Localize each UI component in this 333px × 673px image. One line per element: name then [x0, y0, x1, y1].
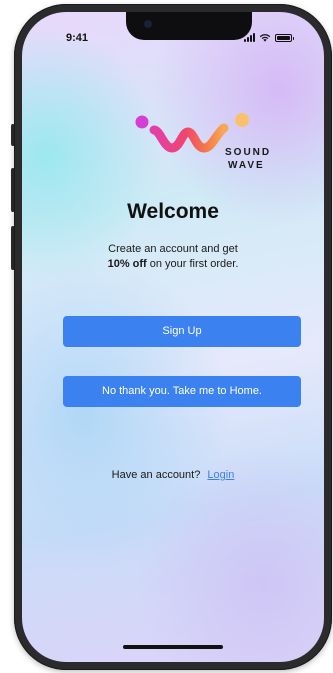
- brand-line-2: WAVE: [228, 160, 265, 171]
- sign-up-button[interactable]: Sign Up: [63, 316, 301, 347]
- brand-line-1: SOUND: [225, 147, 272, 158]
- promo-line-1: Create an account and get: [108, 243, 238, 255]
- signal-icon: [244, 33, 255, 42]
- camera-icon: [144, 20, 152, 28]
- promo-text: Create an account and get 10% off on you…: [22, 242, 324, 272]
- page-title: Welcome: [127, 200, 219, 223]
- promo-discount: 10% off: [107, 258, 147, 270]
- phone-frame: 9:41 SOUND WAVE Welcome Create an accoun…: [14, 4, 332, 670]
- login-link[interactable]: Login: [207, 469, 234, 481]
- app-screen: 9:41 SOUND WAVE Welcome Create an accoun…: [22, 12, 324, 662]
- account-prompt-text: Have an account?: [111, 469, 201, 481]
- account-prompt: Have an account? Login: [22, 469, 324, 481]
- battery-icon: [275, 33, 294, 42]
- status-icons: [244, 33, 294, 42]
- skip-to-home-button[interactable]: No thank you. Take me to Home.: [63, 376, 301, 407]
- brand-name: SOUND WAVE: [225, 146, 271, 172]
- notch: [126, 12, 252, 40]
- status-time: 9:41: [66, 32, 89, 44]
- promo-line-2: 10% off on your first order.: [22, 257, 324, 272]
- home-indicator[interactable]: [123, 645, 223, 649]
- wifi-icon: [259, 34, 271, 42]
- promo-line-2-rest: on your first order.: [146, 258, 239, 270]
